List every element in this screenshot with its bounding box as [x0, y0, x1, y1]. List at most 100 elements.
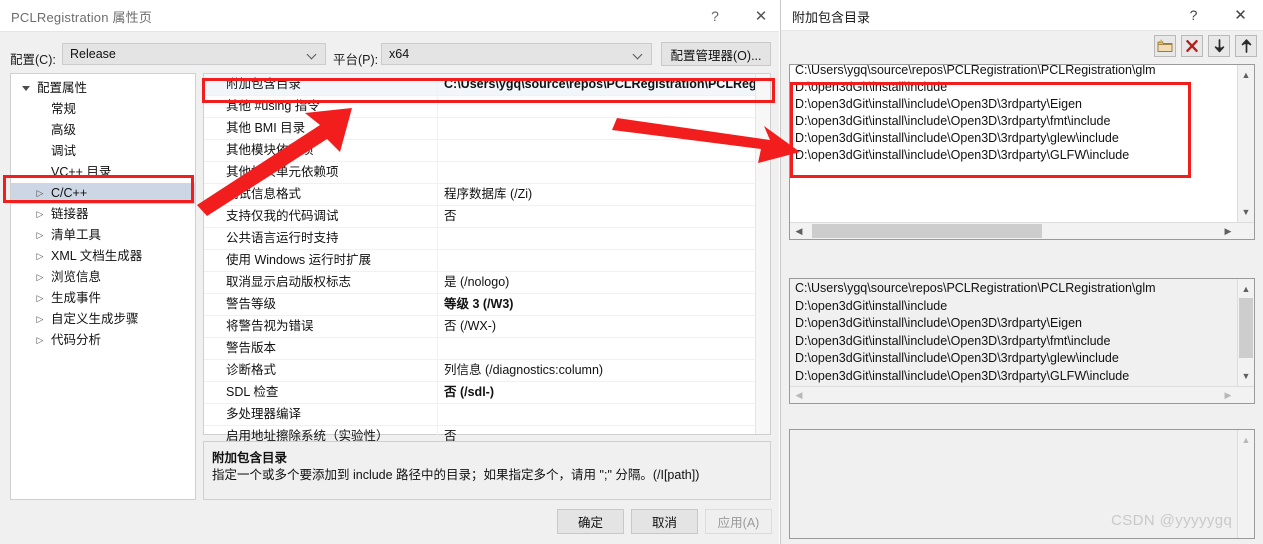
- close-icon[interactable]: ✕: [738, 0, 784, 31]
- hscroll-thumb[interactable]: [812, 224, 1042, 238]
- arrow-up-icon[interactable]: [1235, 35, 1257, 57]
- property-row[interactable]: 支持仅我的代码调试否: [204, 206, 755, 228]
- tree-item-6[interactable]: ▷ 链接器: [11, 204, 195, 225]
- property-row[interactable]: 警告等级 等级 3 (/W3): [204, 294, 755, 316]
- property-value[interactable]: [438, 404, 755, 425]
- tree-item-3[interactable]: 调试: [11, 141, 195, 162]
- triangle-down-icon[interactable]: [19, 78, 33, 99]
- property-value[interactable]: [438, 118, 755, 139]
- cancel-button[interactable]: 取消: [631, 509, 698, 534]
- help-icon[interactable]: ?: [1171, 0, 1216, 30]
- ok-button[interactable]: 确定: [557, 509, 624, 534]
- triangle-right-icon[interactable]: ▷: [33, 225, 47, 246]
- configuration-manager-button[interactable]: 配置管理器(O)...: [661, 42, 771, 66]
- computed-value-row[interactable]: C:\Users\ygq\source\repos\PCLRegistratio…: [790, 280, 1236, 298]
- property-row[interactable]: 诊断格式 列信息 (/diagnostics:column): [204, 360, 755, 382]
- inherited-vertical-scrollbar[interactable]: ▲: [1237, 430, 1254, 538]
- property-value[interactable]: 程序数据库 (/Zi): [438, 184, 755, 205]
- triangle-right-icon[interactable]: ▷: [33, 330, 47, 351]
- tree-item-5[interactable]: ▷ C/C++: [11, 183, 195, 204]
- property-row[interactable]: 附加包含目录 C:\Users\ygq\source\repos\PCLRegis…: [204, 74, 755, 96]
- editor-vertical-scrollbar[interactable]: ▲ ▼: [1237, 65, 1254, 222]
- triangle-right-icon[interactable]: ▷: [33, 183, 47, 204]
- platform-dropdown[interactable]: x64: [381, 43, 652, 65]
- tree-item-4[interactable]: VC++ 目录: [11, 162, 195, 183]
- scroll-up-icon[interactable]: ▲: [1238, 281, 1254, 297]
- tree-item-7[interactable]: ▷ 清单工具: [11, 225, 195, 246]
- include-directory-row[interactable]: D:\open3dGit\install\include\Open3D\3rdp…: [790, 130, 1236, 147]
- property-row[interactable]: SDL 检查否 (/sdl-): [204, 382, 755, 404]
- property-value[interactable]: 列信息 (/diagnostics:column): [438, 360, 755, 381]
- computed-vertical-scrollbar[interactable]: ▲ ▼: [1237, 279, 1254, 386]
- scroll-left-icon[interactable]: ◀: [791, 387, 807, 403]
- triangle-right-icon[interactable]: ▷: [33, 204, 47, 225]
- property-value[interactable]: [438, 338, 755, 359]
- property-row[interactable]: 公共语言运行时支持: [204, 228, 755, 250]
- apply-button[interactable]: 应用(A): [705, 509, 772, 534]
- tree-item-2[interactable]: 高级: [11, 120, 195, 141]
- property-value[interactable]: [438, 96, 755, 117]
- triangle-right-icon[interactable]: ▷: [33, 267, 47, 288]
- include-directory-row[interactable]: D:\open3dGit\install\include\Open3D\3rdp…: [790, 113, 1236, 130]
- triangle-right-icon[interactable]: ▷: [33, 246, 47, 267]
- computed-value-row[interactable]: D:\open3dGit\install\include\Open3D\3rdp…: [790, 368, 1236, 386]
- property-row[interactable]: 使用 Windows 运行时扩展: [204, 250, 755, 272]
- include-directory-row[interactable]: D:\open3dGit\install\include\Open3D\3rdp…: [790, 96, 1236, 113]
- delete-icon[interactable]: [1181, 35, 1203, 57]
- scroll-right-icon[interactable]: ▶: [1220, 387, 1236, 403]
- property-grid[interactable]: 附加包含目录 C:\Users\ygq\source\repos\PCLRegis…: [204, 74, 755, 448]
- property-value[interactable]: [438, 228, 755, 249]
- tree-item-9[interactable]: ▷ 浏览信息: [11, 267, 195, 288]
- property-row[interactable]: 其他标头单元依赖项: [204, 162, 755, 184]
- property-value[interactable]: [438, 140, 755, 161]
- scroll-down-icon[interactable]: ▼: [1238, 368, 1254, 384]
- include-directories-list[interactable]: C:\Users\ygq\source\repos\PCLRegistratio…: [790, 65, 1236, 164]
- tree-item-1[interactable]: 常规: [11, 99, 195, 120]
- tree-item-12[interactable]: ▷ 代码分析: [11, 330, 195, 351]
- property-value[interactable]: [438, 162, 755, 183]
- triangle-right-icon[interactable]: ▷: [33, 288, 47, 309]
- new-folder-icon[interactable]: [1154, 35, 1176, 57]
- computed-value-row[interactable]: D:\open3dGit\install\include\Open3D\3rdp…: [790, 333, 1236, 351]
- configuration-tree[interactable]: 配置属性 常规 高级 调试 VC++ 目录 ▷ C/C++ ▷ 链接器 ▷ 清单工具 ▷ XML 文档生…: [11, 78, 195, 351]
- include-directory-row[interactable]: D:\open3dGit\install\include: [790, 79, 1236, 96]
- property-row[interactable]: 其他 #using 指令: [204, 96, 755, 118]
- property-row[interactable]: 调试信息格式 程序数据库 (/Zi): [204, 184, 755, 206]
- tree-item-11[interactable]: ▷ 自定义生成步骤: [11, 309, 195, 330]
- property-value[interactable]: 否 (/WX-): [438, 316, 755, 337]
- property-value[interactable]: 否 (/sdl-): [438, 382, 755, 403]
- property-row[interactable]: 将警告视为错误否 (/WX-): [204, 316, 755, 338]
- close-icon[interactable]: ✕: [1218, 0, 1263, 30]
- scroll-down-icon[interactable]: ▼: [1238, 204, 1254, 220]
- scroll-up-icon[interactable]: ▲: [1238, 67, 1254, 83]
- tree-item-8[interactable]: ▷ XML 文档生成器: [11, 246, 195, 267]
- editor-horizontal-scrollbar[interactable]: ◀ ▶: [790, 222, 1254, 239]
- include-directory-row[interactable]: C:\Users\ygq\source\repos\PCLRegistratio…: [790, 65, 1236, 79]
- computed-value-row[interactable]: D:\open3dGit\install\include: [790, 298, 1236, 316]
- computed-horizontal-scrollbar[interactable]: ◀ ▶: [790, 386, 1254, 403]
- help-icon[interactable]: ?: [692, 0, 738, 31]
- include-directory-row[interactable]: D:\open3dGit\install\include\Open3D\3rdp…: [790, 147, 1236, 164]
- property-grid-scrollbar[interactable]: [755, 74, 770, 434]
- computed-value-row[interactable]: D:\open3dGit\install\include\Open3D\3rdp…: [790, 315, 1236, 333]
- property-value[interactable]: 等级 3 (/W3): [438, 294, 755, 315]
- triangle-right-icon[interactable]: ▷: [33, 309, 47, 330]
- property-value[interactable]: C:\Users\ygq\source\repos\PCLRegistratio…: [438, 74, 755, 95]
- scroll-left-icon[interactable]: ◀: [791, 223, 807, 239]
- tree-item-10[interactable]: ▷ 生成事件: [11, 288, 195, 309]
- scroll-up-icon[interactable]: ▲: [1238, 432, 1254, 448]
- property-row[interactable]: 警告版本: [204, 338, 755, 360]
- scroll-right-icon[interactable]: ▶: [1220, 223, 1236, 239]
- property-value[interactable]: [438, 250, 755, 271]
- computed-value-row[interactable]: D:\open3dGit\install\include\Open3D\3rdp…: [790, 350, 1236, 368]
- property-row[interactable]: 多处理器编译: [204, 404, 755, 426]
- vscroll-thumb[interactable]: [1239, 298, 1253, 358]
- property-row[interactable]: 其他模块依赖项: [204, 140, 755, 162]
- property-row[interactable]: 取消显示启动版权标志是 (/nologo): [204, 272, 755, 294]
- property-value[interactable]: 是 (/nologo): [438, 272, 755, 293]
- tree-item-0[interactable]: 配置属性: [11, 78, 195, 99]
- configuration-dropdown[interactable]: Release: [62, 43, 326, 65]
- arrow-down-icon[interactable]: [1208, 35, 1230, 57]
- property-value[interactable]: 否: [438, 206, 755, 227]
- include-directories-editor[interactable]: C:\Users\ygq\source\repos\PCLRegistratio…: [789, 64, 1255, 240]
